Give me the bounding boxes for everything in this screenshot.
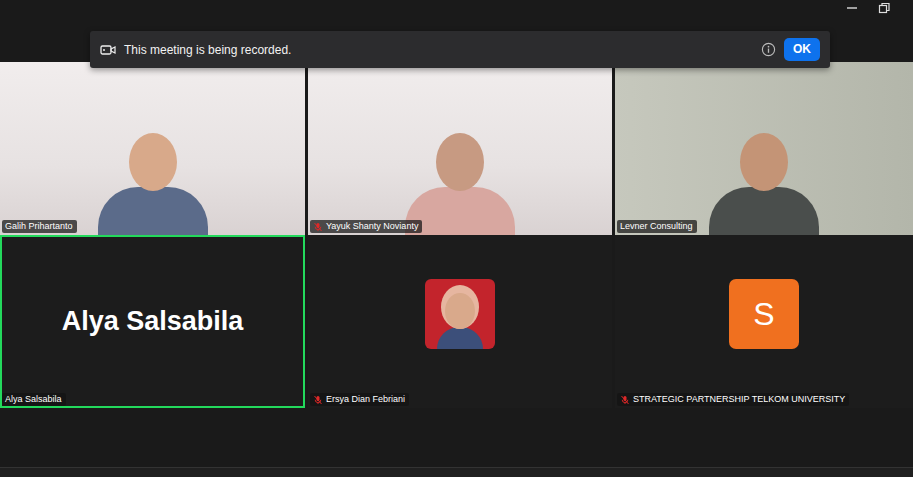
person-body xyxy=(437,327,483,349)
bottom-bar xyxy=(0,467,913,477)
video-gallery: Galih Prihartanto Yayuk Shanty Novianty Le… xyxy=(0,62,913,408)
participant-tile[interactable]: Galih Prihartanto xyxy=(0,62,305,235)
person-head xyxy=(445,293,475,329)
name-label: Ersya Dian Febriani xyxy=(310,393,409,406)
participant-name: STRATEGIC PARTNERSHIP TELKOM UNIVERSITY xyxy=(633,394,845,405)
video-feed xyxy=(405,115,515,235)
participant-tile[interactable]: Levner Consulting xyxy=(615,62,913,235)
participant-tile[interactable]: Alya Salsabila Alya Salsabila xyxy=(0,235,305,408)
muted-mic-icon xyxy=(313,395,323,405)
muted-mic-icon xyxy=(313,222,323,232)
name-label: Alya Salsabila xyxy=(2,393,66,406)
name-label: Yayuk Shanty Novianty xyxy=(310,220,422,233)
initial-avatar: S xyxy=(729,279,799,349)
camera-icon xyxy=(100,44,116,56)
name-label: STRATEGIC PARTNERSHIP TELKOM UNIVERSITY xyxy=(617,393,849,406)
name-label: Levner Consulting xyxy=(617,220,697,233)
person-body xyxy=(98,187,208,235)
video-feed xyxy=(98,115,208,235)
ok-button[interactable]: OK xyxy=(784,38,820,60)
recording-banner: This meeting is being recorded. OK xyxy=(90,31,830,68)
participant-tile[interactable]: S STRATEGIC PARTNERSHIP TELKOM UNIVERSITY xyxy=(615,235,913,408)
participant-name: Galih Prihartanto xyxy=(5,221,73,232)
bottom-area xyxy=(0,408,913,477)
banner-message: This meeting is being recorded. xyxy=(124,41,753,59)
person-head xyxy=(129,133,177,191)
person-head xyxy=(740,133,788,191)
info-icon[interactable] xyxy=(761,42,776,57)
restore-icon[interactable] xyxy=(877,2,891,14)
person-body xyxy=(709,187,819,235)
video-feed xyxy=(709,115,819,235)
participant-tile[interactable]: Ersya Dian Febriani xyxy=(308,235,612,408)
person-head xyxy=(436,133,484,191)
participant-name: Alya Salsabila xyxy=(5,394,62,405)
participant-name: Levner Consulting xyxy=(620,221,693,232)
participant-name: Yayuk Shanty Novianty xyxy=(326,221,418,232)
muted-mic-icon xyxy=(620,395,630,405)
profile-picture xyxy=(425,279,495,349)
name-label: Galih Prihartanto xyxy=(2,220,77,233)
participant-tile[interactable]: Yayuk Shanty Novianty xyxy=(308,62,612,235)
minimize-icon[interactable] xyxy=(845,2,859,14)
participant-name-display: Alya Salsabila xyxy=(62,301,244,342)
participant-name: Ersya Dian Febriani xyxy=(326,394,405,405)
